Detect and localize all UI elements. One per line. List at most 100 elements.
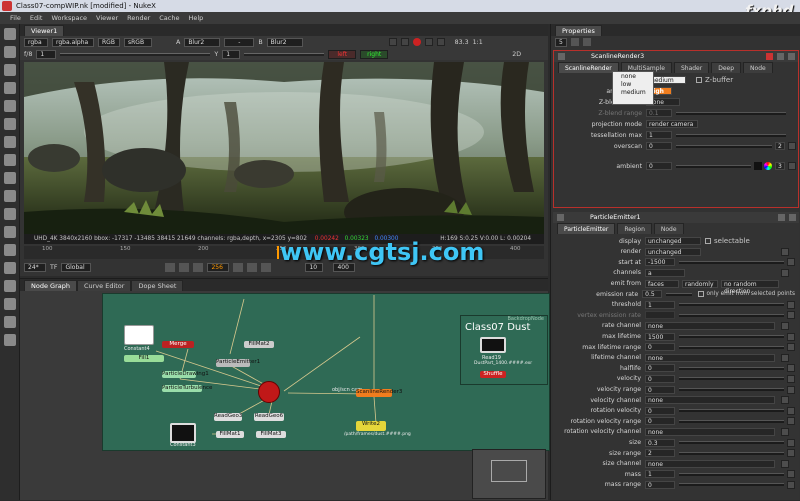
selectable-checkbox[interactable] xyxy=(705,238,711,245)
tab-shader[interactable]: Shader xyxy=(673,62,710,73)
display-mode-select[interactable]: RGB xyxy=(98,37,120,47)
render-anim-icon[interactable] xyxy=(781,247,789,256)
record-icon[interactable] xyxy=(412,38,421,46)
size-channel-dropdown[interactable]: none xyxy=(645,459,775,468)
gamma-slider[interactable] xyxy=(244,52,325,56)
particle-turbulence-node[interactable]: ParticleTurbulence xyxy=(162,385,212,392)
mass-range-slider[interactable] xyxy=(679,483,784,487)
tab-deep[interactable]: Deep xyxy=(711,62,742,73)
start-at-slider[interactable] xyxy=(679,260,784,264)
read19-node[interactable] xyxy=(480,337,506,353)
only-selected-checkbox[interactable] xyxy=(697,291,704,298)
tessellation-slider[interactable] xyxy=(676,133,786,137)
clear-panels-icon[interactable] xyxy=(583,38,591,46)
navigator-minimap[interactable] xyxy=(472,449,546,499)
ambient-count[interactable]: 3 xyxy=(775,162,785,171)
collapse2-icon[interactable] xyxy=(557,214,564,221)
ambient-slider[interactable] xyxy=(676,164,751,168)
furnace-tool-icon[interactable] xyxy=(4,298,16,310)
max-lifetime-range-anim-icon[interactable] xyxy=(787,343,795,352)
velocity-channel-anim-icon[interactable] xyxy=(781,396,789,405)
playhead[interactable] xyxy=(277,246,279,259)
mass-range-field[interactable]: 0 xyxy=(645,480,675,489)
filter-tool-icon[interactable] xyxy=(4,118,16,130)
viewer-image[interactable] xyxy=(24,62,544,234)
last-frame-icon[interactable] xyxy=(261,262,272,272)
first-frame-icon[interactable] xyxy=(165,262,176,272)
lock-icon[interactable] xyxy=(436,38,445,46)
tab-scanlinerender[interactable]: ScanlineRender xyxy=(558,62,619,73)
metadata-tool-icon[interactable] xyxy=(4,226,16,238)
fillmat1-node[interactable]: FillMat1 xyxy=(216,431,244,438)
size-field[interactable]: 0.3 xyxy=(645,438,675,447)
play-icon[interactable] xyxy=(233,262,244,272)
constant4-node[interactable] xyxy=(124,325,154,345)
start-at-field[interactable]: -1500 xyxy=(645,258,675,267)
max-lifetime-field[interactable]: 1500 xyxy=(645,332,675,341)
size-range-anim-icon[interactable] xyxy=(787,449,795,458)
ratio-value[interactable]: 1:1 xyxy=(473,39,483,46)
menu-item-render[interactable]: Render xyxy=(127,14,150,22)
overscan-field[interactable]: 0 xyxy=(646,142,672,151)
fill1-node[interactable]: Fill1 xyxy=(124,355,164,362)
proxy-icon[interactable] xyxy=(400,38,409,46)
velocity-range-field[interactable]: 0 xyxy=(645,385,675,394)
rotation-velocity-channel-dropdown[interactable]: none xyxy=(645,427,775,436)
render-dropdown[interactable]: unchanged xyxy=(645,247,701,256)
panel2-float-icon[interactable] xyxy=(778,214,785,221)
views-tool-icon[interactable] xyxy=(4,208,16,220)
mass-anim-icon[interactable] xyxy=(787,470,795,479)
threshold-anim-icon[interactable] xyxy=(787,300,795,309)
tessellation-field[interactable]: 1 xyxy=(646,131,672,140)
tab-particleemitter[interactable]: ParticleEmitter xyxy=(557,223,616,234)
particle-emitter-node[interactable]: ParticleEmitter1 xyxy=(216,359,260,367)
scene-node[interactable] xyxy=(258,381,280,403)
size-range-field[interactable]: 2 xyxy=(645,449,675,458)
fps-field[interactable]: 24* xyxy=(24,262,46,272)
emission-rate-field[interactable]: 0.5 xyxy=(642,290,662,299)
rotation-velocity-channel-anim-icon[interactable] xyxy=(781,427,789,436)
vertex-emission-rate-slider[interactable] xyxy=(679,313,784,317)
collapse-icon[interactable] xyxy=(558,53,565,60)
lut-select[interactable]: sRGB xyxy=(124,37,152,47)
halflife-slider[interactable] xyxy=(679,366,784,370)
max-lifetime-range-slider[interactable] xyxy=(679,345,784,349)
zbuffer-checkbox[interactable] xyxy=(696,77,702,84)
panel1-float-icon[interactable] xyxy=(777,53,784,60)
time-tool-icon[interactable] xyxy=(4,64,16,76)
frame-field[interactable]: 256 xyxy=(207,262,230,272)
scanlinerender3-node[interactable]: ScanlineRender3 xyxy=(356,389,402,397)
fillmat3-node[interactable]: FillMat3 xyxy=(256,431,286,438)
ambient-anim-icon[interactable] xyxy=(788,162,796,171)
size-range-slider[interactable] xyxy=(679,451,784,455)
gamma-field[interactable]: 1 xyxy=(222,49,241,59)
filter-option-medium[interactable]: medium xyxy=(613,88,653,96)
rotation-velocity-field[interactable]: 0 xyxy=(645,406,675,415)
vertex-emission-rate-field[interactable] xyxy=(645,311,675,320)
zblend-range-slider[interactable] xyxy=(676,111,786,115)
velocity-range-anim-icon[interactable] xyxy=(787,385,795,394)
menu-item-viewer[interactable]: Viewer xyxy=(96,14,118,22)
shuffle-node[interactable]: Shuffle xyxy=(480,371,506,378)
lifetime-channel-dropdown[interactable]: none xyxy=(645,353,775,362)
emit-direction-dropdown[interactable]: no random direction xyxy=(721,279,779,295)
particles-tool-icon[interactable] xyxy=(4,244,16,256)
projection-mode-dropdown[interactable]: render camera xyxy=(646,120,698,129)
panel1-close-icon[interactable] xyxy=(788,53,795,60)
max-lifetime-slider[interactable] xyxy=(679,335,784,339)
zblend-range-field[interactable]: 0.1 xyxy=(646,109,672,118)
next-key-icon[interactable] xyxy=(247,262,258,272)
channels-select[interactable]: rgba xyxy=(24,37,48,47)
guides-icon[interactable] xyxy=(424,38,433,46)
roi-icon[interactable] xyxy=(388,38,397,46)
input-a-select[interactable]: Blur2 xyxy=(184,37,221,47)
tab-viewer1[interactable]: Viewer1 xyxy=(24,25,65,36)
transform-tool-icon[interactable] xyxy=(4,172,16,184)
zoom-value[interactable]: 83.3 xyxy=(455,39,469,46)
channel-tool-icon[interactable] xyxy=(4,82,16,94)
fstop-value[interactable]: f/8 xyxy=(24,51,32,58)
max-lifetime-anim-icon[interactable] xyxy=(787,332,795,341)
filter-option-low[interactable]: low xyxy=(613,80,653,88)
halflife-field[interactable]: 0 xyxy=(645,364,675,373)
threshold-field[interactable]: 1 xyxy=(645,300,675,309)
